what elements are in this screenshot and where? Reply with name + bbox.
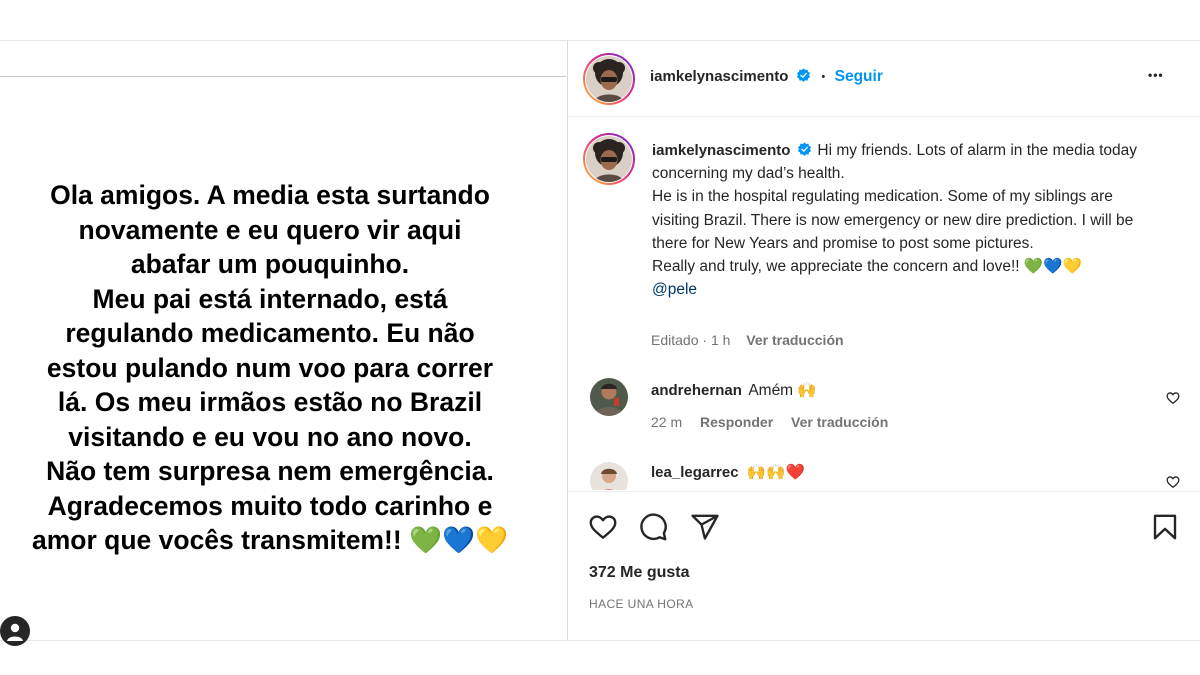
comment-time: 22 m [651,414,683,430]
avatar[interactable] [583,53,635,105]
mention-link[interactable]: @pele [652,281,697,298]
comment-translate-link[interactable]: Ver traducción [791,414,888,430]
caption-line-2: He is in the hospital regulating medicat… [652,188,1134,252]
save-bookmark-icon[interactable] [1150,512,1180,542]
post-header: iamkelynascimento • Seguir ••• [568,41,1200,117]
verified-icon [796,68,810,82]
comment-avatar[interactable] [590,462,628,490]
verified-icon [798,142,812,156]
comment-list-clip: lea_legarrec 🙌🙌❤️ [568,453,1200,490]
image-divider [0,76,566,77]
more-options-button[interactable]: ••• [1148,66,1178,90]
like-icon[interactable] [588,512,618,542]
post-panel: iamkelynascimento • Seguir ••• iamkelyna… [568,41,1200,640]
post-image-text: Ola amigos. A media esta surtando novame… [32,180,508,555]
user-tag-icon[interactable] [0,616,30,646]
comment-text: Amém 🙌 [748,382,817,399]
post-timestamp: HACE UNA HORA [589,597,694,611]
post-caption: iamkelynascimento Hi my friends. Lots of… [652,139,1162,301]
more-options-icon: ••• [1148,68,1164,82]
comment-username[interactable]: lea_legarrec [651,464,739,481]
header-separator: • [821,71,826,83]
caption-meta: Editado · 1 h Ver traducción [651,332,844,348]
comment-meta: 22 m Responder Ver traducción [651,414,888,430]
caption-line-3: Really and truly, we appreciate the conc… [652,258,1082,276]
header-username[interactable]: iamkelynascimento [650,68,788,85]
comment-username[interactable]: andrehernan [651,382,742,399]
comment-avatar[interactable] [590,378,628,416]
caption-username[interactable]: iamkelynascimento [652,142,790,159]
caption-translate-link[interactable]: Ver traducción [746,332,843,348]
follow-button[interactable]: Seguir [835,68,883,85]
share-icon[interactable] [690,512,720,542]
comment-like-icon[interactable] [1166,475,1180,489]
caption-avatar[interactable] [583,133,635,185]
comment-text: 🙌🙌❤️ [746,464,805,481]
likes-count[interactable]: 372 Me gusta [589,564,689,582]
edited-label: Editado [651,332,699,348]
comment-like-icon[interactable] [1166,391,1180,405]
caption-time: 1 h [710,332,731,348]
comment-icon[interactable] [638,512,668,542]
reply-button[interactable]: Responder [700,414,773,430]
